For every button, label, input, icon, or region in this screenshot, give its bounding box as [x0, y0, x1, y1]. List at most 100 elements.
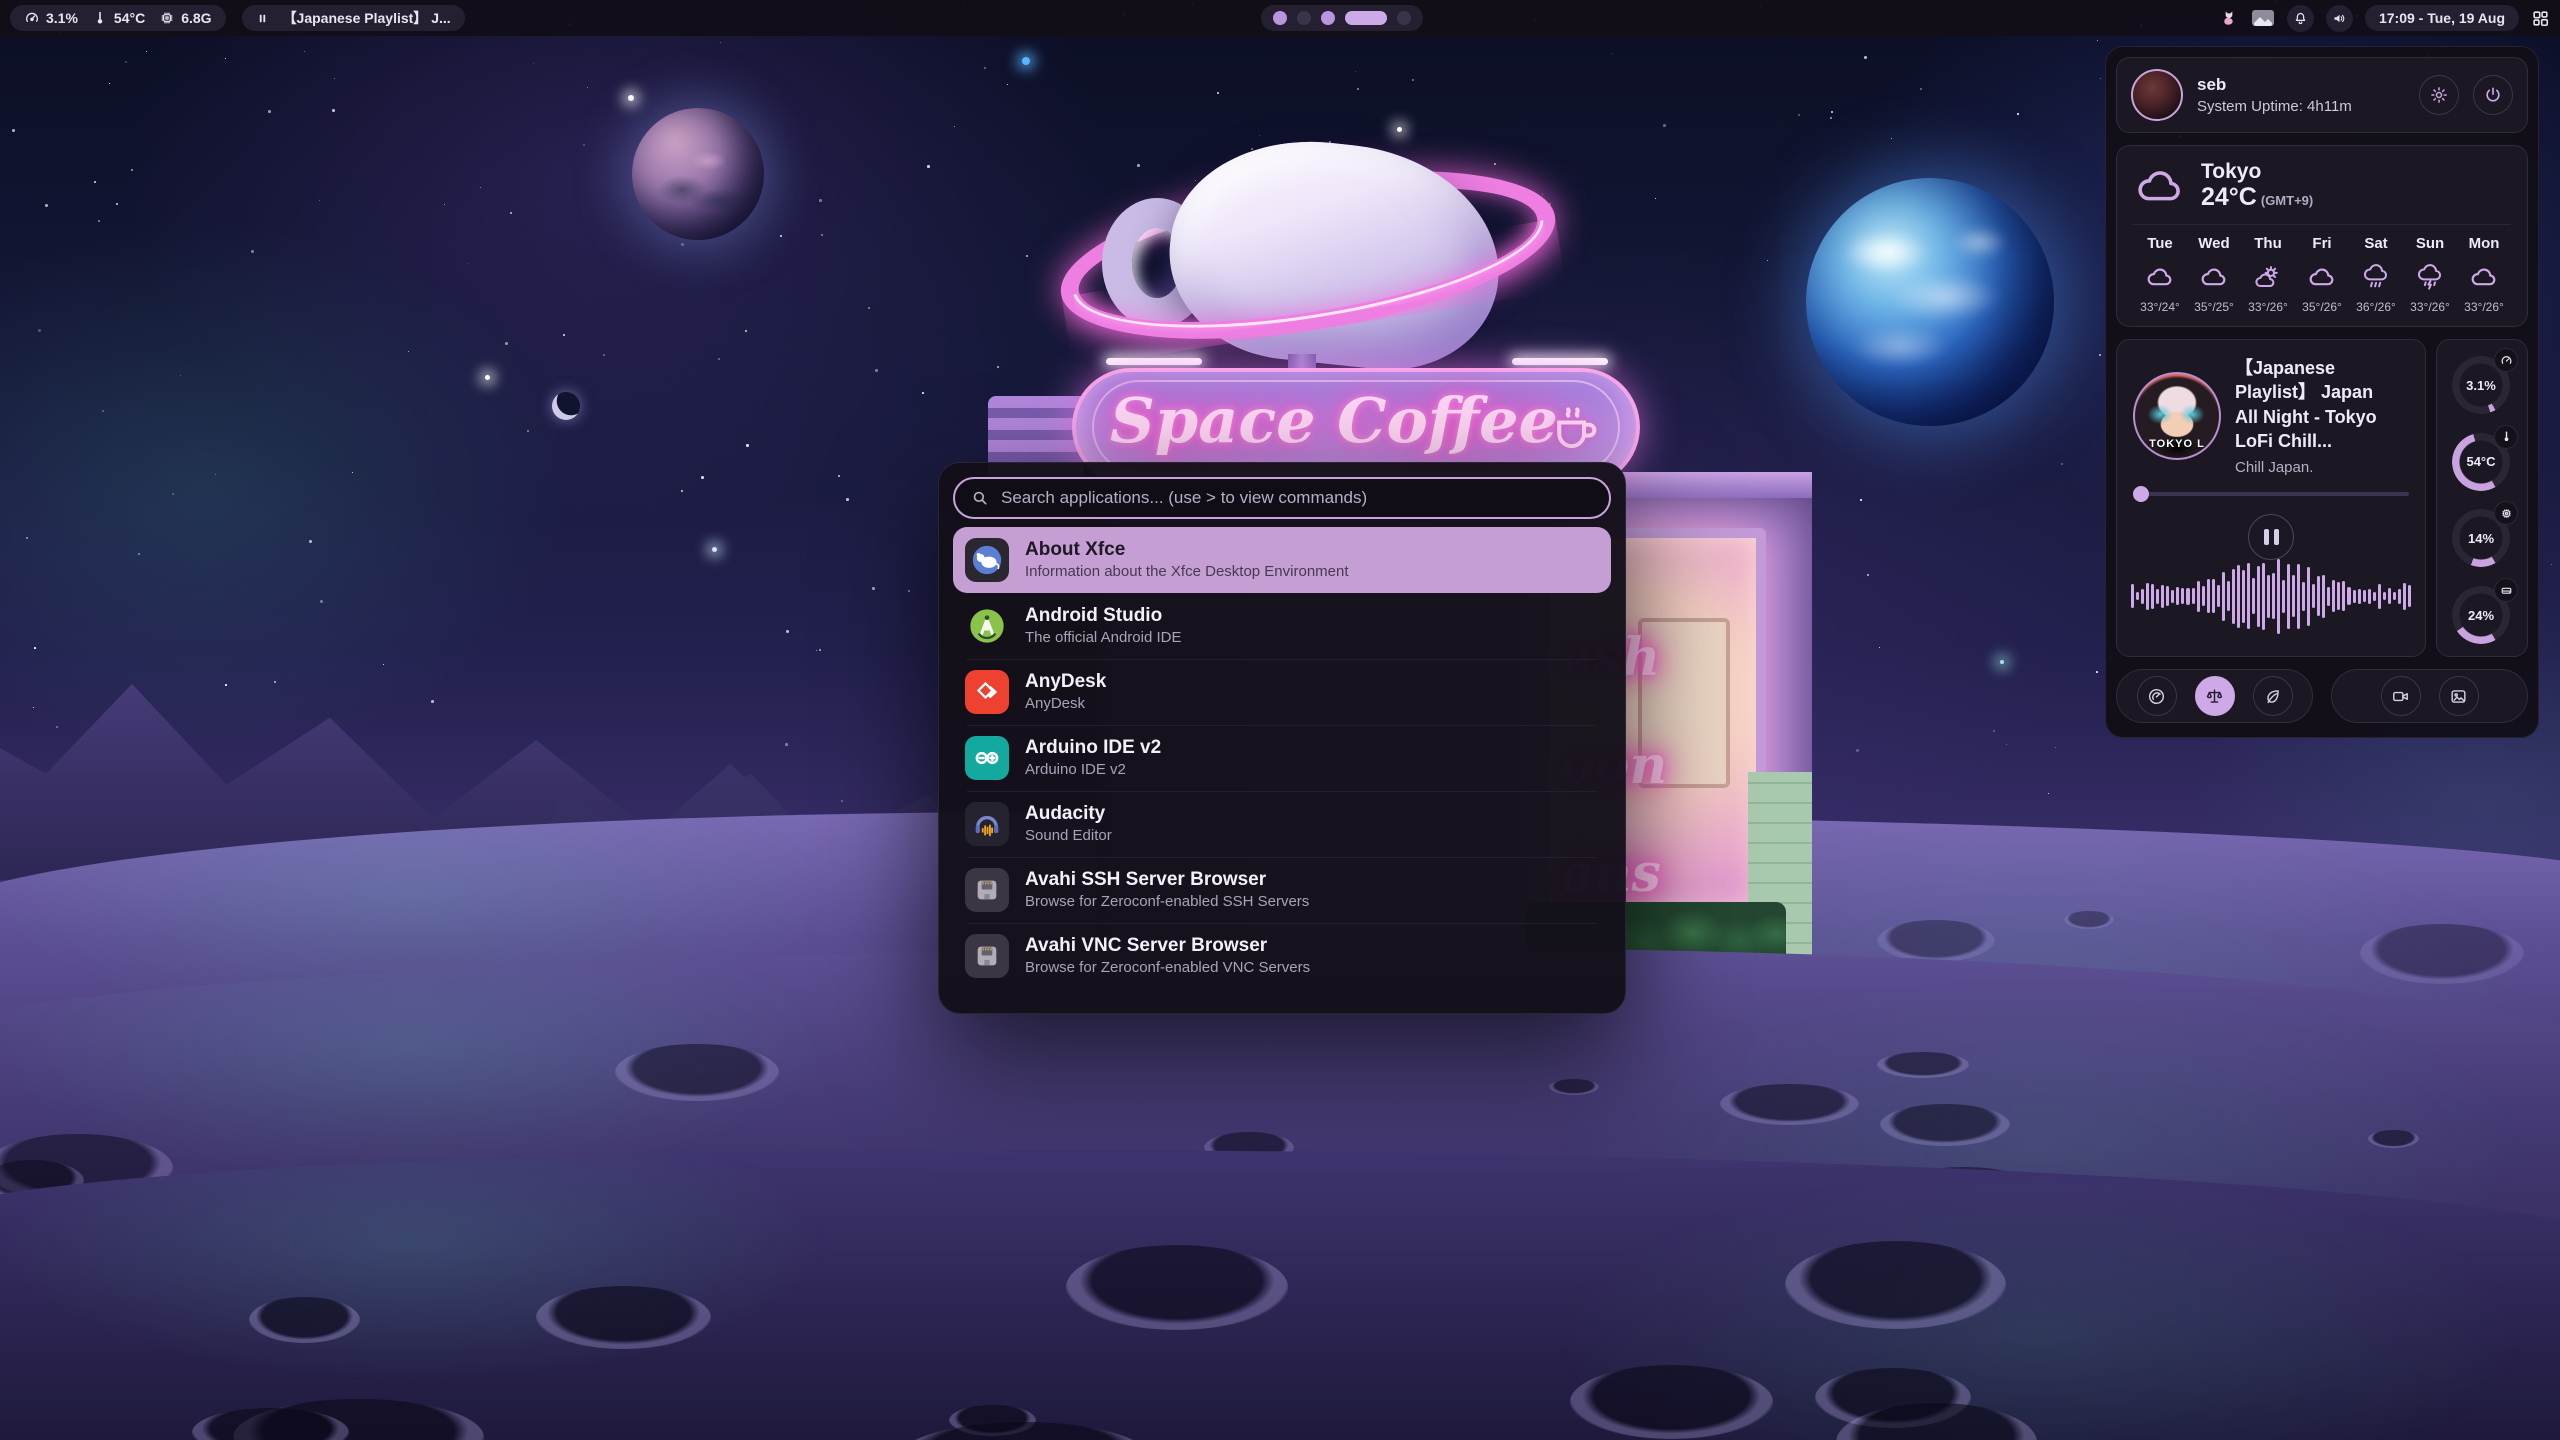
media-pill-text: 【Japanese Playlist】 J... — [283, 8, 451, 28]
screen-record-button[interactable] — [2381, 676, 2421, 716]
result-row-audacity[interactable]: Audacity Sound Editor — [953, 791, 1611, 857]
result-subtitle: Browse for Zeroconf-enabled VNC Servers — [1025, 958, 1310, 978]
gauge-memory: 14% — [2452, 503, 2512, 569]
result-row-about-xfce[interactable]: About Xfce Information about the Xfce De… — [953, 527, 1611, 593]
media-player-card: TOKYO L 【Japanese Playlist】 Japan All Ni… — [2116, 339, 2426, 657]
power-profile-pill — [2116, 669, 2313, 723]
result-subtitle: Information about the Xfce Desktop Envir… — [1025, 562, 1349, 582]
workspace-dot-4[interactable] — [1345, 11, 1387, 25]
workspace-dot-5[interactable] — [1397, 11, 1411, 25]
clock-pill[interactable]: 17:09 - Tue, 19 Aug — [2365, 5, 2519, 31]
forecast-day-mon: Mon 33°/26° — [2457, 235, 2511, 314]
balanced-profile-button[interactable] — [2195, 676, 2235, 716]
search-icon — [971, 489, 989, 507]
apps-grid-icon[interactable] — [2531, 9, 2550, 28]
result-row-anydesk[interactable]: AnyDesk AnyDesk — [953, 659, 1611, 725]
image-icon — [2449, 687, 2468, 706]
result-title: Android Studio — [1025, 604, 1181, 628]
bell-icon — [2293, 11, 2308, 26]
media-pill[interactable]: 【Japanese Playlist】 J... — [242, 5, 465, 31]
cpu-usage-value: 3.1% — [46, 10, 78, 26]
progress-handle[interactable] — [2133, 486, 2149, 502]
forecast-day-sat: Sat 36°/26° — [2349, 235, 2403, 314]
avatar[interactable] — [2131, 69, 2183, 121]
top-panel: 3.1% 54°C 6.8G 【Japanese Playlist】 J... — [0, 0, 2560, 36]
performance-profile-button[interactable] — [2137, 676, 2177, 716]
speedometer-icon — [24, 10, 40, 26]
user-name: seb — [2197, 75, 2405, 95]
wallpaper-planet — [632, 108, 764, 240]
gauge-disk: 24% — [2452, 580, 2512, 646]
speedometer-icon — [2500, 354, 2513, 367]
cloud-icon — [2469, 265, 2499, 289]
wallpaper-saturn-cup — [1040, 110, 1600, 410]
result-title: Arduino IDE v2 — [1025, 736, 1161, 760]
search-input[interactable] — [999, 487, 1593, 509]
cat-tray-icon[interactable] — [2219, 8, 2239, 28]
weather-card: Tokyo 24°C(GMT+9) Tue 33°/24° Wed 35°/25… — [2116, 145, 2528, 327]
result-title: Avahi SSH Server Browser — [1025, 868, 1309, 892]
notifications-button[interactable] — [2287, 5, 2314, 32]
android-studio-app-icon — [965, 604, 1009, 648]
audacity-app-icon — [965, 802, 1009, 846]
track-title-line2: All Night - Tokyo LoFi Chill... — [2235, 405, 2409, 454]
result-row-android-studio[interactable]: Android Studio The official Android IDE — [953, 593, 1611, 659]
network-port-icon — [965, 868, 1009, 912]
result-subtitle: The official Android IDE — [1025, 628, 1181, 648]
wallpaper-crescent-moon — [552, 392, 580, 420]
screenshot-button[interactable] — [2439, 676, 2479, 716]
temperature-stat: 54°C — [92, 10, 145, 26]
rain-cloud-icon — [2361, 263, 2391, 291]
gallery-tray-icon[interactable] — [2251, 9, 2275, 27]
results-list: About Xfce Information about the Xfce De… — [953, 527, 1611, 989]
track-progress-bar[interactable] — [2133, 492, 2409, 496]
search-box[interactable] — [953, 477, 1611, 519]
result-title: Avahi VNC Server Browser — [1025, 934, 1310, 958]
weather-city: Tokyo — [2201, 160, 2313, 183]
chip-icon — [2500, 507, 2513, 520]
workspace-dot-2[interactable] — [1297, 11, 1311, 25]
cloud-icon — [2199, 265, 2229, 289]
thermometer-icon — [2500, 430, 2513, 443]
arduino-app-icon — [965, 736, 1009, 780]
volume-button[interactable] — [2326, 5, 2353, 32]
divider — [2133, 224, 2511, 225]
system-stats-pill[interactable]: 3.1% 54°C 6.8G — [10, 5, 226, 31]
leaf-icon — [2263, 687, 2282, 706]
storm-cloud-icon — [2415, 263, 2445, 291]
powersave-profile-button[interactable] — [2253, 676, 2293, 716]
moon-terrain-near — [0, 1150, 2560, 1440]
xfce-app-icon — [965, 538, 1009, 582]
power-button[interactable] — [2473, 75, 2513, 115]
user-card: seb System Uptime: 4h11m — [2116, 57, 2528, 133]
weather-temp: 24°C — [2201, 183, 2257, 211]
result-subtitle: Arduino IDE v2 — [1025, 760, 1161, 780]
result-title: About Xfce — [1025, 538, 1349, 562]
disk-icon — [2500, 584, 2513, 597]
audio-visualizer — [2131, 548, 2411, 644]
workspace-dot-3[interactable] — [1321, 11, 1335, 25]
gauge-cpu: 3.1% — [2452, 350, 2512, 416]
album-art[interactable]: TOKYO L — [2133, 372, 2221, 460]
thermometer-icon — [92, 10, 108, 26]
workspace-dot-1[interactable] — [1273, 11, 1287, 25]
system-gauges-card: 3.1% 54°C 14% 24% — [2436, 339, 2528, 657]
forecast-day-sun: Sun 33°/26° — [2403, 235, 2457, 314]
app-launcher: About Xfce Information about the Xfce De… — [938, 462, 1626, 1014]
result-row-avahi-ssh[interactable]: Avahi SSH Server Browser Browse for Zero… — [953, 857, 1611, 923]
result-subtitle: Sound Editor — [1025, 826, 1112, 846]
cloud-icon — [2145, 265, 2175, 289]
sign-neon-text: Space Coffee — [1076, 384, 1592, 457]
chip-icon — [159, 10, 175, 26]
sign-cup-icon — [1548, 400, 1602, 454]
settings-button[interactable] — [2419, 75, 2459, 115]
gauge-temperature: 54°C — [2452, 427, 2512, 493]
forecast-day-thu: Thu 33°/26° — [2241, 235, 2295, 314]
power-icon — [2483, 85, 2503, 105]
workspace-indicator[interactable] — [1261, 5, 1423, 31]
forecast-row: Tue 33°/24° Wed 35°/25° Thu 33°/26° Fri — [2133, 235, 2511, 314]
result-row-avahi-vnc[interactable]: Avahi VNC Server Browser Browse for Zero… — [953, 923, 1611, 989]
result-row-arduino[interactable]: Arduino IDE v2 Arduino IDE v2 — [953, 725, 1611, 791]
topbar-right-cluster: 17:09 - Tue, 19 Aug — [2219, 5, 2550, 32]
desktop: esh oon ans Space Coffee 3.1% 54°C — [0, 0, 2560, 1440]
